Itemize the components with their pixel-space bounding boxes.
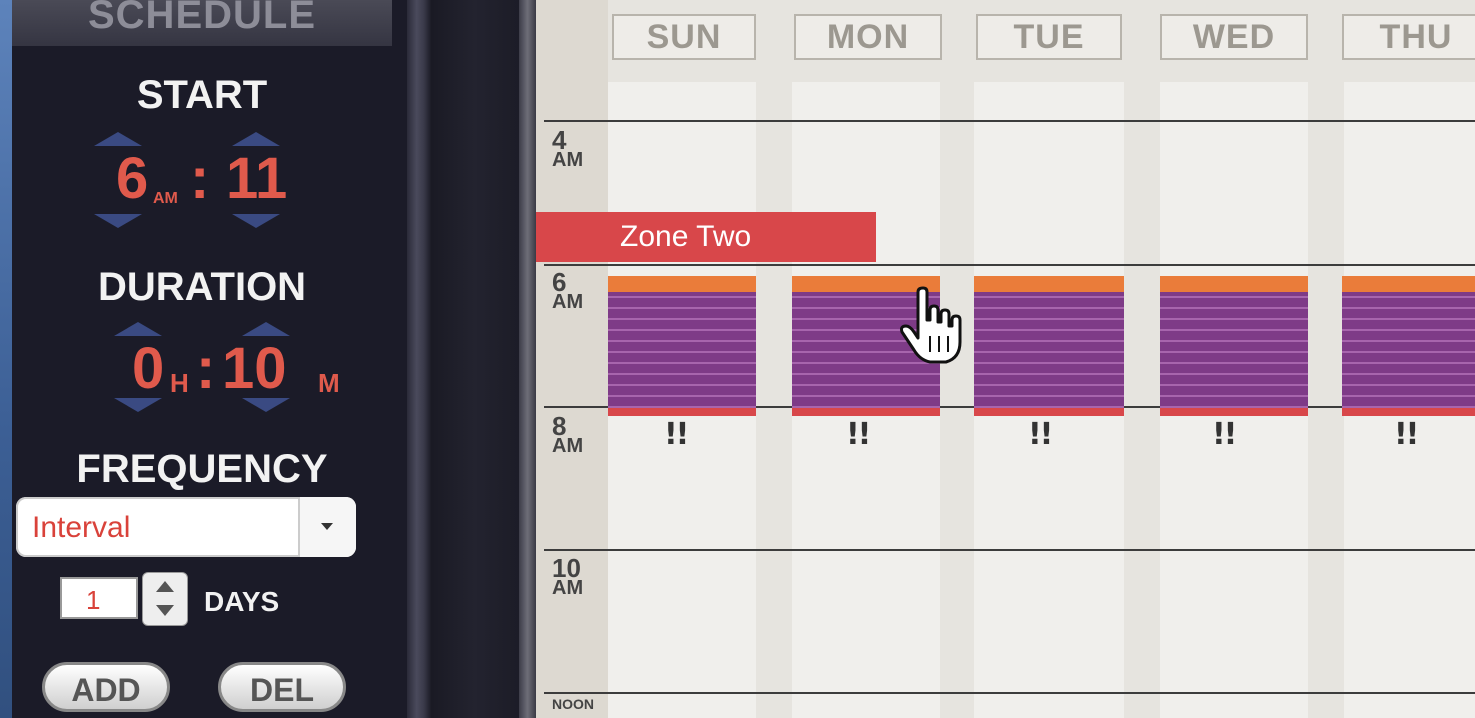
- time-label-ampm: AM: [552, 577, 584, 599]
- day-header-thu[interactable]: THU: [1342, 14, 1475, 60]
- frequency-dropdown-button[interactable]: [298, 497, 356, 557]
- event-mark: !!: [664, 417, 689, 452]
- watering-event-wed[interactable]: [1160, 276, 1308, 416]
- time-label-6am: 6 AM: [552, 267, 584, 313]
- time-label-hour: 8: [552, 411, 567, 441]
- watering-event-thu[interactable]: [1342, 276, 1475, 416]
- weekly-calendar: SUN MON TUE WED THU 4 AM 6 AM 8 AM 10 AM…: [536, 0, 1475, 718]
- start-hour-down-arrow-icon[interactable]: [94, 214, 142, 228]
- hour-line: [544, 264, 1475, 266]
- time-label-ampm: AM: [552, 435, 584, 457]
- day-header-sun[interactable]: SUN: [612, 14, 756, 60]
- duration-minutes-up-arrow-icon[interactable]: [242, 322, 290, 336]
- day-header-wed[interactable]: WED: [1160, 14, 1308, 60]
- time-label-8am: 8 AM: [552, 411, 584, 457]
- day-header-mon[interactable]: MON: [794, 14, 942, 60]
- start-minute-up-arrow-icon[interactable]: [232, 132, 280, 146]
- time-label-10am: 10 AM: [552, 553, 584, 599]
- interval-days-input[interactable]: 1: [60, 577, 138, 619]
- start-minute-down-arrow-icon[interactable]: [232, 214, 280, 228]
- time-label-ampm: AM: [552, 149, 584, 171]
- time-label-4am: 4 AM: [552, 125, 584, 171]
- start-minute-value[interactable]: 11: [226, 150, 287, 208]
- time-label-ampm: AM: [552, 291, 584, 313]
- desktop-background: [0, 0, 12, 718]
- time-label-hour: NOON: [552, 696, 594, 712]
- frequency-select-value: Interval: [32, 511, 131, 544]
- start-hour-up-arrow-icon[interactable]: [94, 132, 142, 146]
- panel-gap: [431, 0, 519, 718]
- start-time-colon: :: [190, 146, 210, 211]
- start-hour-value[interactable]: 6: [116, 150, 148, 208]
- time-label-noon: NOON: [552, 694, 594, 714]
- time-gutter: [536, 0, 608, 718]
- hand-pointer-cursor-icon: [900, 286, 962, 364]
- watering-event-sun[interactable]: [608, 276, 756, 416]
- stepper-down-icon[interactable]: [156, 605, 174, 616]
- time-label-hour: 6: [552, 267, 567, 297]
- start-label: START: [136, 73, 268, 117]
- event-mark: !!: [1028, 417, 1053, 452]
- time-label-hour: 10: [552, 553, 581, 583]
- duration-colon: :: [196, 336, 216, 401]
- frequency-select[interactable]: Interval: [16, 497, 356, 557]
- zone-label-bar[interactable]: Zone Two: [536, 212, 876, 262]
- watering-event-tue[interactable]: [974, 276, 1124, 416]
- schedule-tab[interactable]: SCHEDULE: [12, 0, 392, 46]
- duration-label: DURATION: [97, 265, 307, 309]
- duration-minutes-value[interactable]: 10: [222, 340, 287, 398]
- day-header-tue[interactable]: TUE: [976, 14, 1122, 60]
- frequency-label: FREQUENCY: [76, 447, 328, 491]
- time-label-hour: 4: [552, 125, 567, 155]
- chevron-down-icon: [321, 523, 333, 530]
- duration-minutes-unit: M: [318, 368, 340, 398]
- duration-hours-value[interactable]: 0: [132, 340, 164, 398]
- hour-line: [544, 549, 1475, 551]
- calendar-border: [519, 0, 536, 718]
- event-mark: !!: [1212, 417, 1237, 452]
- start-ampm-value: AM: [153, 190, 178, 207]
- event-mark: !!: [846, 417, 871, 452]
- hour-line: [544, 692, 1475, 694]
- hour-line: [544, 120, 1475, 122]
- interval-days-label: DAYS: [204, 586, 280, 617]
- add-button[interactable]: ADD: [42, 662, 170, 712]
- event-mark: !!: [1394, 417, 1419, 452]
- panel-border: [407, 0, 431, 718]
- schedule-panel: SCHEDULE START 6 AM : 11 DURATION 0 H : …: [12, 0, 407, 718]
- duration-hours-up-arrow-icon[interactable]: [114, 322, 162, 336]
- delete-button[interactable]: DEL: [218, 662, 346, 712]
- stepper-up-icon[interactable]: [156, 581, 174, 592]
- interval-days-stepper[interactable]: [142, 572, 188, 626]
- duration-hours-unit: H: [170, 368, 189, 398]
